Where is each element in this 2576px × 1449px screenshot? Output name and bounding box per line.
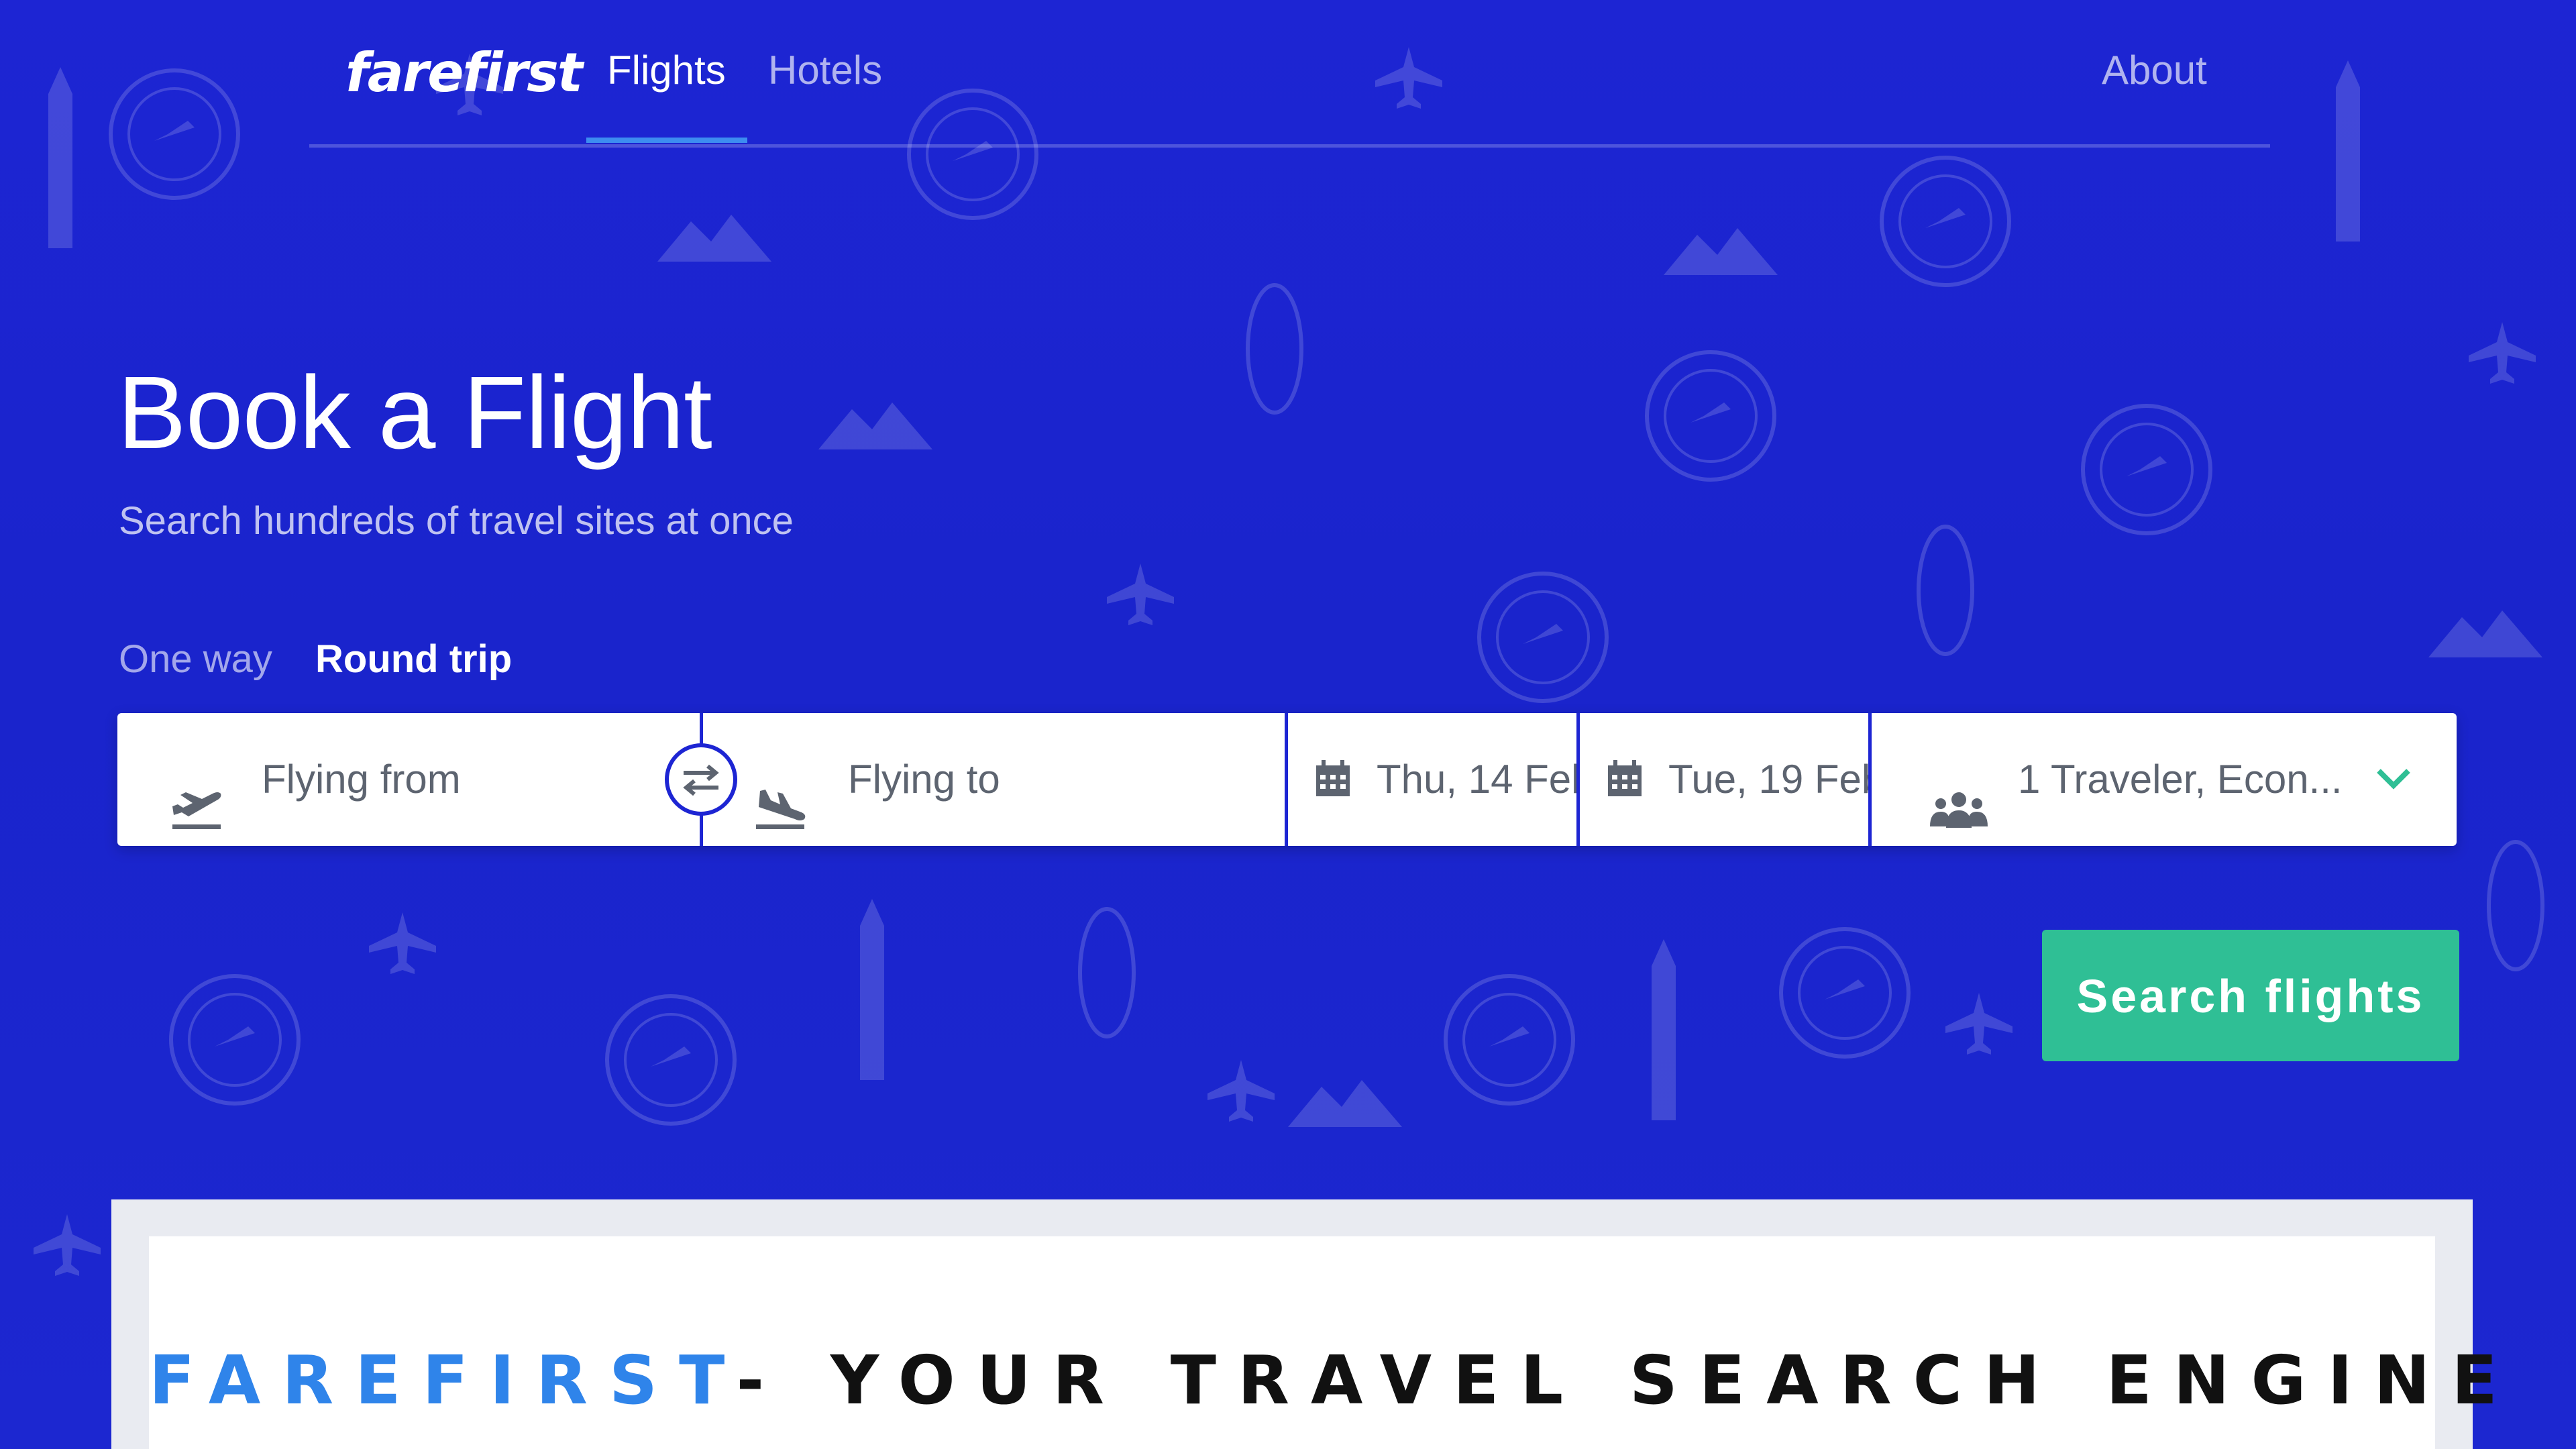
travelers-class-dropdown[interactable]: 1 Traveler, Econ... bbox=[1872, 713, 2457, 846]
search-flights-button[interactable]: Search flights bbox=[2042, 930, 2459, 1061]
return-date-value: Tue, 19 Feb bbox=[1668, 757, 1870, 802]
top-nav: farefirst Flights Hotels About bbox=[309, 0, 2270, 148]
nav-about-link[interactable]: About bbox=[2102, 47, 2207, 94]
page-title: Book a Flight bbox=[117, 355, 712, 470]
farefirst-logo[interactable]: farefirst bbox=[345, 42, 583, 104]
banner-tagline: - YOUR TRAVEL SEARCH ENGINE bbox=[736, 1341, 2519, 1419]
flying-to-placeholder: Flying to bbox=[848, 757, 1000, 802]
people-group-icon bbox=[1930, 792, 1988, 828]
trip-type-one-way[interactable]: One way bbox=[119, 636, 272, 683]
chevron-down-icon bbox=[2377, 769, 2410, 790]
calendar-icon bbox=[1316, 760, 1350, 796]
trip-type-round-trip[interactable]: Round trip bbox=[315, 636, 512, 683]
flying-to-field[interactable]: Flying to bbox=[703, 713, 1285, 846]
tab-flights[interactable]: Flights bbox=[607, 47, 726, 94]
airplane-landing-icon bbox=[756, 790, 806, 829]
depart-date-value: Thu, 14 Feb bbox=[1377, 757, 1576, 802]
hero-background: farefirst Flights Hotels About Book a Fl… bbox=[0, 0, 2576, 1449]
flying-from-placeholder: Flying from bbox=[262, 757, 461, 802]
promo-banner: FAREFIRST- YOUR TRAVEL SEARCH ENGINE bbox=[111, 1199, 2498, 1449]
return-date-field[interactable]: Tue, 19 Feb bbox=[1580, 713, 1870, 846]
flying-from-field[interactable]: Flying from bbox=[117, 713, 700, 846]
page-subtitle: Search hundreds of travel sites at once bbox=[119, 499, 794, 543]
tab-hotels[interactable]: Hotels bbox=[768, 47, 882, 94]
banner-headline: FAREFIRST- YOUR TRAVEL SEARCH ENGINE bbox=[149, 1340, 2498, 1421]
travelers-class-value: 1 Traveler, Econ... bbox=[2018, 757, 2343, 802]
depart-date-field[interactable]: Thu, 14 Feb bbox=[1288, 713, 1576, 846]
calendar-icon bbox=[1608, 760, 1642, 796]
promo-banner-inner: FAREFIRST- YOUR TRAVEL SEARCH ENGINE bbox=[149, 1236, 2498, 1449]
banner-brand: FAREFIRST bbox=[149, 1341, 737, 1419]
flight-search-bar: Flying from Flying to Thu, 14 Feb Tue, 1… bbox=[117, 713, 2457, 846]
active-tab-indicator bbox=[586, 138, 747, 143]
airplane-takeoff-icon bbox=[172, 792, 221, 829]
